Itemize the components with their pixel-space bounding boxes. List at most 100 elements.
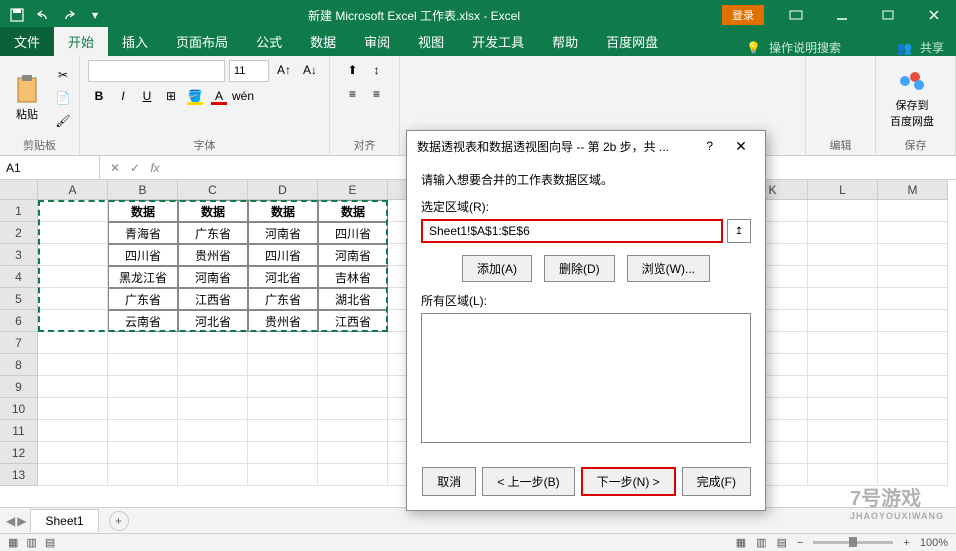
save-baidu-button[interactable]: 保存到 百度网盘 [884,63,940,133]
cell[interactable] [248,398,318,420]
cancel-button[interactable]: 取消 [422,467,476,496]
copy-icon[interactable]: 📄 [52,88,74,108]
cell[interactable] [808,354,878,376]
cell[interactable]: 黑龙江省 [108,266,178,288]
bold-button[interactable]: B [88,86,110,106]
underline-button[interactable]: U [136,86,158,106]
tab-formula[interactable]: 公式 [242,27,296,56]
cell[interactable] [38,266,108,288]
row-header[interactable]: 4 [0,266,38,288]
row-header[interactable]: 5 [0,288,38,310]
cell[interactable]: 四川省 [248,244,318,266]
cell[interactable] [108,354,178,376]
view-normal-icon[interactable]: ▦ [8,536,18,549]
delete-button[interactable]: 删除(D) [544,255,615,282]
finish-button[interactable]: 完成(F) [682,467,751,496]
cell[interactable] [38,420,108,442]
back-button[interactable]: < 上一步(B) [482,467,574,496]
cell[interactable] [38,332,108,354]
maximize-icon[interactable] [866,0,910,30]
format-painter-icon[interactable]: 🖌 [52,111,74,131]
cell[interactable] [178,354,248,376]
cell[interactable] [178,464,248,486]
fill-color-button[interactable]: 🪣 [184,86,206,106]
dialog-help-icon[interactable]: ? [706,139,713,153]
range-collapse-icon[interactable]: ↥ [727,219,751,243]
zoom-out-icon[interactable]: − [797,537,803,549]
font-color-button[interactable]: A [208,86,230,106]
cell[interactable]: 河北省 [248,266,318,288]
enter-formula-icon[interactable]: ✓ [126,161,144,175]
next-button[interactable]: 下一步(N) > [581,467,676,496]
view-normal-icon-2[interactable]: ▦ [736,536,746,549]
cell[interactable]: 青海省 [108,222,178,244]
cell[interactable] [38,310,108,332]
share-button[interactable]: 共享 [920,39,944,56]
cell[interactable] [38,288,108,310]
cell[interactable] [808,200,878,222]
cell[interactable] [108,420,178,442]
cell[interactable] [808,222,878,244]
cell[interactable] [38,442,108,464]
ribbon-options-icon[interactable] [774,0,818,30]
cell[interactable]: 广东省 [178,222,248,244]
align-middle-icon[interactable]: ↕ [366,60,388,80]
row-header[interactable]: 13 [0,464,38,486]
cell[interactable]: 吉林省 [318,266,388,288]
row-header[interactable]: 12 [0,442,38,464]
cell[interactable] [318,376,388,398]
dialog-close-icon[interactable]: ✕ [727,138,755,155]
zoom-in-icon[interactable]: + [903,537,909,549]
cell[interactable]: 湖北省 [318,288,388,310]
cell[interactable] [248,464,318,486]
col-header[interactable]: L [808,180,878,200]
view-pagebreak-icon[interactable]: ▤ [777,536,787,549]
align-left-icon[interactable]: ≡ [342,84,364,104]
cell[interactable] [318,354,388,376]
save-icon[interactable] [6,4,28,26]
qat-dropdown-icon[interactable]: ▾ [84,4,106,26]
row-header[interactable]: 6 [0,310,38,332]
tab-file[interactable]: 文件 [0,27,54,56]
cell[interactable] [38,354,108,376]
row-header[interactable]: 3 [0,244,38,266]
cell[interactable] [878,244,948,266]
cell[interactable]: 四川省 [108,244,178,266]
add-sheet-button[interactable]: + [109,511,129,531]
decrease-font-icon[interactable]: A↓ [299,60,321,80]
cell[interactable] [318,332,388,354]
row-header[interactable]: 2 [0,222,38,244]
tell-me-search[interactable]: 操作说明搜索 [769,39,841,56]
row-header[interactable]: 10 [0,398,38,420]
col-header[interactable]: C [178,180,248,200]
cell[interactable]: 广东省 [108,288,178,310]
cell[interactable] [108,464,178,486]
cell[interactable] [248,332,318,354]
sheet-next-icon[interactable]: ▶ [17,514,26,528]
minimize-icon[interactable] [820,0,864,30]
cell[interactable] [108,442,178,464]
tab-baidu[interactable]: 百度网盘 [592,27,672,56]
cell[interactable]: 数据 [318,200,388,222]
cell[interactable] [808,442,878,464]
cell[interactable] [318,420,388,442]
row-header[interactable]: 9 [0,376,38,398]
view-layout-icon[interactable]: ▥ [756,536,766,549]
cell[interactable] [178,420,248,442]
sheet-prev-icon[interactable]: ◀ [6,514,15,528]
row-header[interactable]: 7 [0,332,38,354]
cell[interactable] [108,332,178,354]
row-header[interactable]: 11 [0,420,38,442]
cell[interactable] [878,288,948,310]
view-page-icon[interactable]: ▥ [26,536,36,549]
col-header[interactable]: D [248,180,318,200]
cell[interactable] [178,332,248,354]
border-button[interactable]: ⊞ [160,86,182,106]
cell[interactable] [808,288,878,310]
cell[interactable] [878,222,948,244]
cell[interactable]: 江西省 [178,288,248,310]
cell[interactable] [178,398,248,420]
cell[interactable] [38,376,108,398]
cell[interactable] [878,354,948,376]
cell[interactable] [178,376,248,398]
